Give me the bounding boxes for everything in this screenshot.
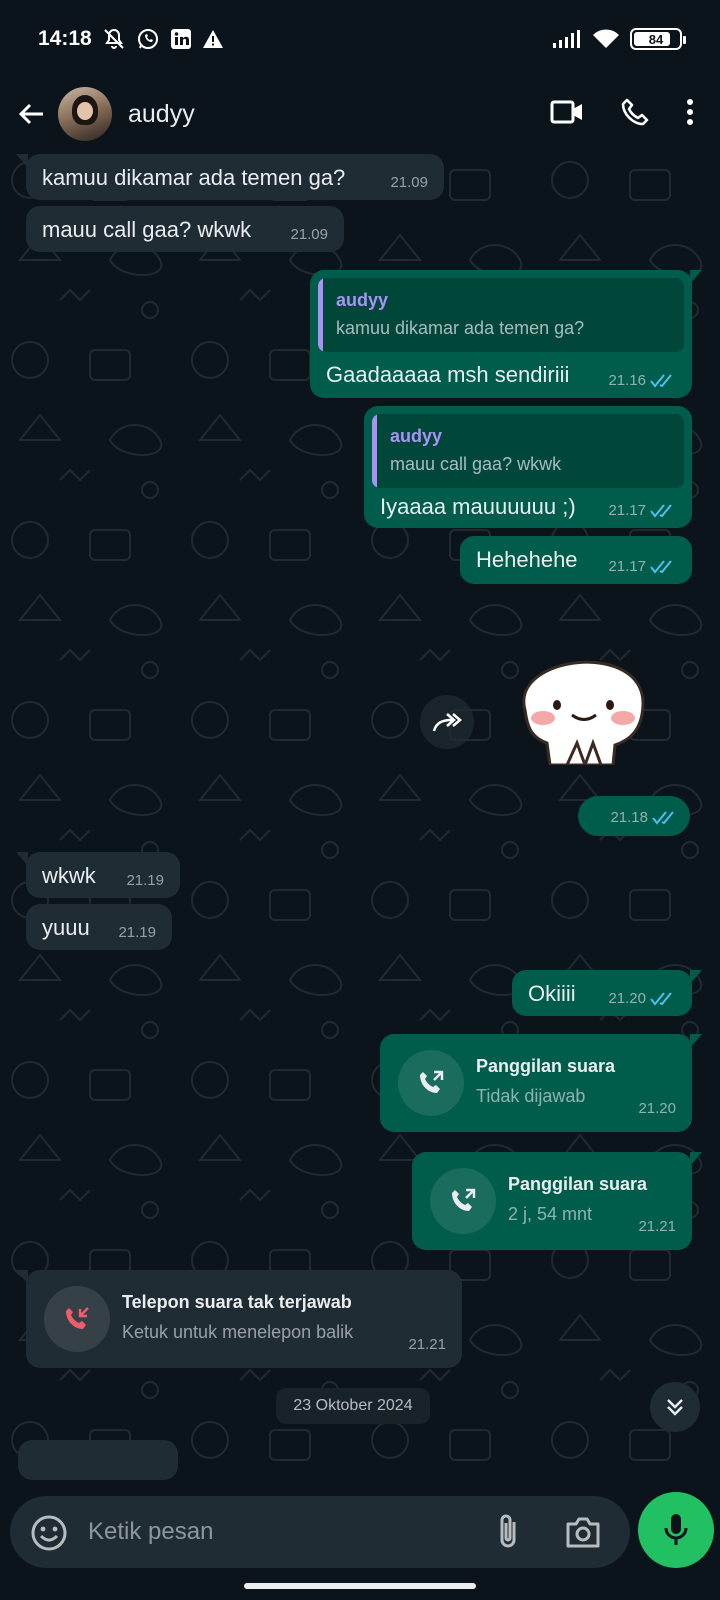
read-ticks-icon: [650, 374, 672, 388]
video-call-icon[interactable]: [550, 99, 584, 130]
message-incoming[interactable]: kamuu dikamar ada temen ga? 21.09: [16, 154, 444, 200]
scroll-to-bottom-button[interactable]: [650, 1382, 700, 1432]
warning-icon: [202, 28, 224, 50]
quote-bar: [372, 414, 377, 488]
outgoing-call-icon: [398, 1050, 464, 1116]
more-options-icon[interactable]: [686, 98, 694, 131]
microphone-icon: [664, 1514, 688, 1545]
read-ticks-icon: [650, 560, 672, 574]
message-time: 21.18: [610, 809, 648, 826]
sticker-timestamp: 21.18: [578, 796, 690, 836]
message-input-placeholder: Ketik pesan: [88, 1518, 214, 1545]
avatar[interactable]: [58, 87, 112, 141]
message-outgoing-reply[interactable]: audyy mauu call gaa? wkwk Iyaaaa mauuuuu…: [364, 406, 692, 528]
message-text: Hehehehe: [476, 547, 578, 572]
message-time: 21.21: [408, 1336, 446, 1353]
message-meta: 21.16: [608, 372, 676, 390]
linkedin-icon: [170, 28, 192, 50]
silent-bell-icon: [102, 27, 126, 51]
home-indicator[interactable]: [244, 1583, 476, 1589]
message-time: 21.19: [126, 872, 164, 889]
message-meta: 21.20: [608, 990, 676, 1008]
message-time: 21.20: [638, 1100, 676, 1117]
call-duration: 2 j, 54 mnt: [508, 1204, 593, 1224]
message-time: 21.19: [118, 924, 156, 941]
message-text: yuuu: [42, 915, 90, 940]
message-time: 21.09: [390, 174, 428, 191]
whatsapp-icon: [136, 27, 160, 51]
message-text: Okiiii: [528, 981, 576, 1006]
battery-icon: 84: [630, 28, 686, 50]
forward-button[interactable]: [420, 695, 474, 749]
message-meta: 21.18: [610, 809, 678, 827]
message-incoming[interactable]: yuuu 21.19: [26, 904, 172, 950]
call-title: Panggilan suara: [508, 1174, 648, 1194]
status-bar: 14:18 84: [0, 0, 720, 78]
missed-call-icon: [44, 1286, 110, 1352]
sticker-image[interactable]: [505, 635, 655, 765]
quote-author: audyy: [390, 426, 443, 446]
wifi-icon: [592, 28, 620, 50]
contact-name[interactable]: audyy: [128, 100, 550, 129]
camera-icon[interactable]: [564, 1514, 602, 1550]
voice-message-button[interactable]: [638, 1492, 714, 1568]
message-outgoing[interactable]: Hehehehe 21.17: [460, 536, 692, 584]
message-text: kamuu dikamar ada temen ga?: [42, 165, 346, 190]
emoji-icon[interactable]: [30, 1514, 68, 1552]
message-text: Gaadaaaaa msh sendiriii: [326, 362, 570, 387]
message-time: 21.17: [608, 558, 646, 575]
message-time: 21.20: [608, 990, 646, 1007]
message-incoming-partial[interactable]: [18, 1440, 178, 1480]
message-incoming[interactable]: mauu call gaa? wkwk 21.09: [26, 206, 344, 252]
battery-level: 84: [648, 31, 664, 47]
message-time: 21.16: [608, 372, 646, 389]
call-title: Telepon suara tak terjawab: [122, 1292, 352, 1312]
quote-text: kamuu dikamar ada temen ga?: [336, 318, 585, 338]
outgoing-call-icon: [430, 1168, 496, 1234]
signal-icon: [552, 29, 582, 49]
call-bubble-outgoing[interactable]: Panggilan suara 2 j, 54 mnt 21.21: [412, 1152, 702, 1250]
back-arrow-icon[interactable]: [14, 97, 48, 131]
message-outgoing-reply[interactable]: audyy kamuu dikamar ada temen ga? Gaadaa…: [310, 270, 702, 398]
chat-area[interactable]: kamuu dikamar ada temen ga? 21.09 mauu c…: [0, 150, 720, 1490]
status-right: 84: [552, 28, 686, 50]
call-status: Tidak dijawab: [476, 1086, 586, 1106]
call-hint: Ketuk untuk menelepon balik: [122, 1322, 354, 1342]
quote-text: mauu call gaa? wkwk: [390, 454, 562, 474]
quote-bar: [318, 278, 323, 352]
quoted-message[interactable]: audyy kamuu dikamar ada temen ga?: [318, 278, 684, 352]
chat-header: audyy: [0, 78, 720, 150]
voice-call-icon[interactable]: [620, 97, 650, 132]
status-left: 14:18: [38, 27, 224, 51]
call-bubble-outgoing[interactable]: Panggilan suara Tidak dijawab 21.20: [380, 1034, 702, 1132]
message-text: wkwk: [42, 863, 96, 888]
message-meta: 21.17: [608, 502, 676, 520]
message-time: 21.09: [290, 226, 328, 243]
date-separator: 23 Oktober 2024: [276, 1388, 430, 1424]
read-ticks-icon: [650, 504, 672, 518]
read-ticks-icon: [650, 992, 672, 1006]
message-outgoing[interactable]: Okiiii 21.20: [512, 970, 702, 1016]
message-text: mauu call gaa? wkwk: [42, 217, 252, 242]
quote-author: audyy: [336, 290, 389, 310]
message-time: 21.21: [638, 1218, 676, 1235]
quoted-message[interactable]: audyy mauu call gaa? wkwk: [372, 414, 684, 488]
missed-call-bubble[interactable]: Telepon suara tak terjawab Ketuk untuk m…: [16, 1270, 462, 1368]
call-title: Panggilan suara: [476, 1056, 616, 1076]
read-ticks-icon: [652, 811, 674, 825]
attachment-icon[interactable]: [492, 1512, 524, 1552]
message-input[interactable]: Ketik pesan: [10, 1496, 630, 1568]
status-time: 14:18: [38, 27, 92, 50]
message-time: 21.17: [608, 502, 646, 519]
header-actions: [550, 97, 706, 132]
message-meta: 21.17: [608, 558, 676, 576]
forward-icon: [432, 713, 462, 732]
message-incoming[interactable]: wkwk 21.19: [16, 852, 180, 898]
message-text: Iyaaaa mauuuuuu ;): [380, 494, 576, 519]
double-chevron-down-icon: [667, 1399, 683, 1416]
